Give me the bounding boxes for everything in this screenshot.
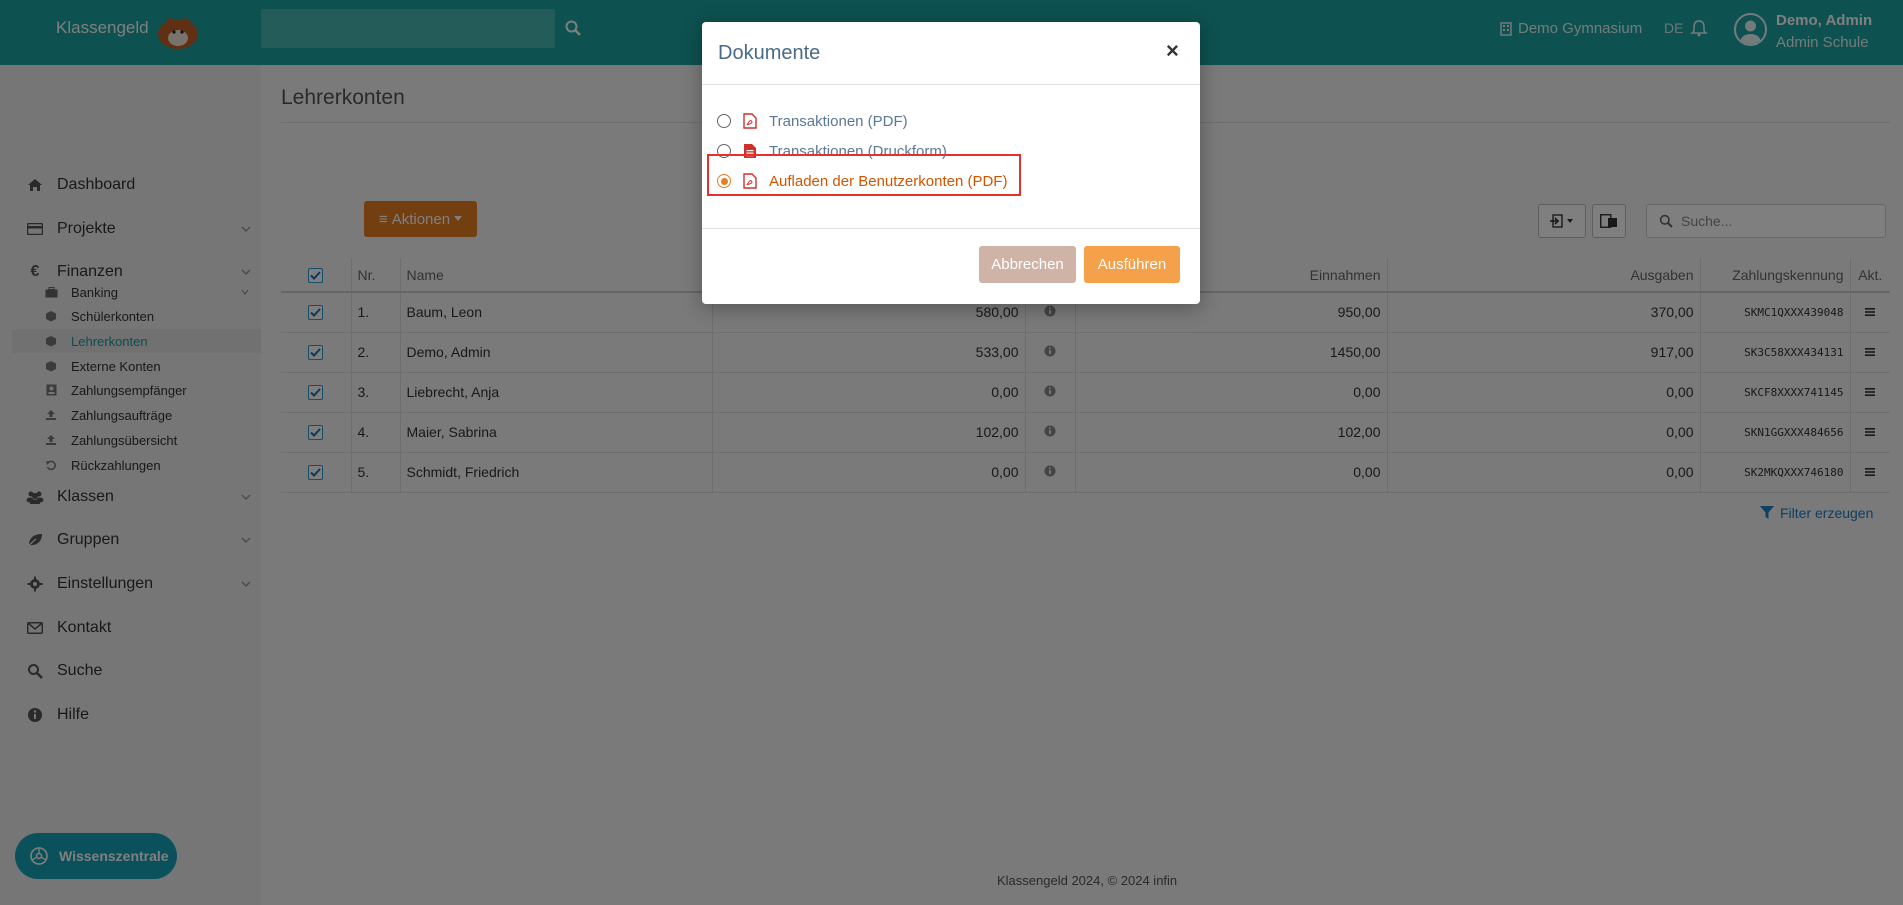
run-button[interactable]: Ausführen [1084,246,1180,283]
close-icon[interactable]: × [1166,38,1179,64]
selection-highlight-box [707,154,1021,196]
divider [702,84,1200,85]
document-option-transactions-pdf[interactable]: Transaktionen (PDF) [717,109,908,133]
option-label: Transaktionen (PDF) [769,112,908,130]
cancel-button[interactable]: Abbrechen [979,246,1076,283]
modal-title: Dokumente [718,42,821,64]
pdf-file-icon [743,113,757,129]
radio-button[interactable] [717,114,731,128]
documents-modal: Dokumente × Transaktionen (PDF) Transakt… [702,22,1200,304]
divider [702,228,1200,229]
